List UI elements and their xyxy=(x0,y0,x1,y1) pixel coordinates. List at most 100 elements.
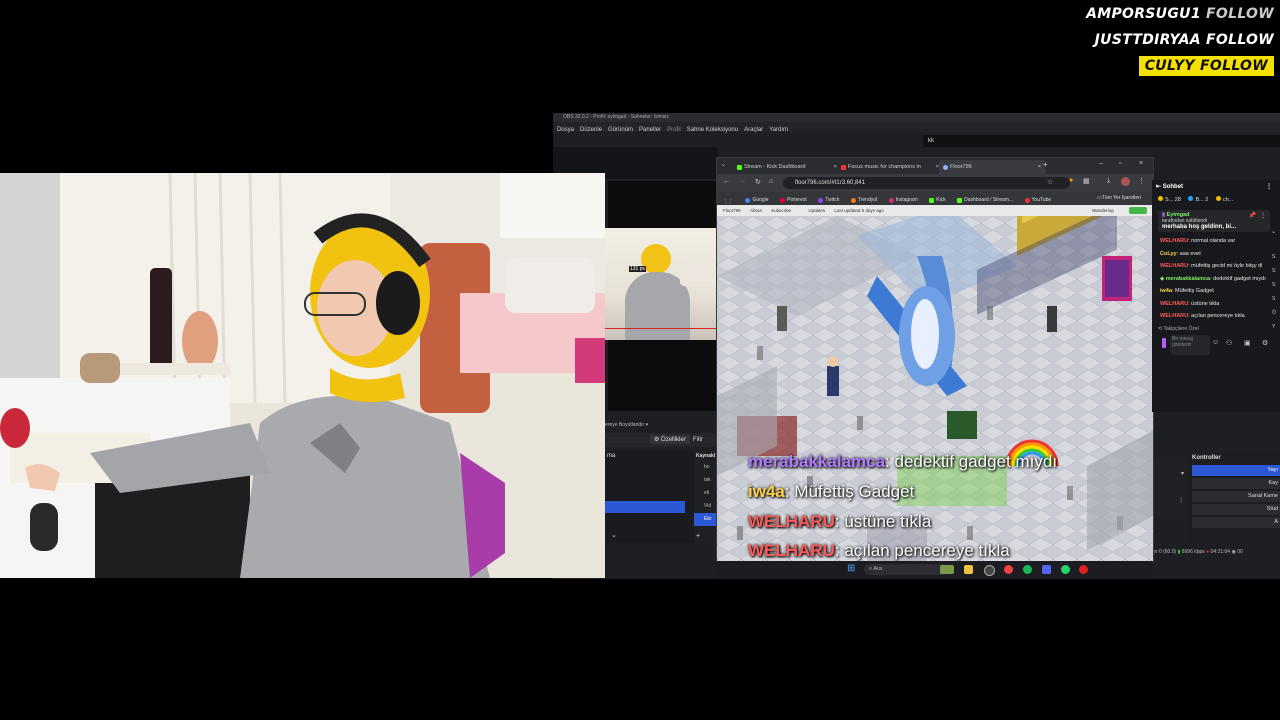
menu-edit[interactable]: Düzenle xyxy=(580,127,602,133)
follow-alert-highlighted: CULYY FOLLOW xyxy=(1138,56,1274,76)
profile-avatar[interactable] xyxy=(1121,177,1130,186)
spotify-icon[interactable] xyxy=(1023,565,1032,574)
all-bookmarks[interactable]: ▭ Tüm Yer İşaretleri xyxy=(1097,192,1141,205)
reload-icon[interactable]: ↻ xyxy=(755,178,761,186)
wandering-switch[interactable] xyxy=(1129,207,1147,214)
kick-chat-dock: ⇤ Sohbet ⋮ S... 28 B... 2 ch... ▮ Eyimga… xyxy=(1152,180,1280,412)
wandering-toggle[interactable]: Wandering xyxy=(1092,205,1114,216)
whatsapp-icon[interactable] xyxy=(1061,565,1070,574)
more-menu-icon[interactable]: ⋮ xyxy=(1138,177,1145,185)
chrome-icon[interactable] xyxy=(1004,565,1013,574)
site-logo[interactable]: Floor796 xyxy=(723,208,741,213)
chat-badge-icon xyxy=(1162,337,1166,348)
maximize-icon[interactable]: ▫ xyxy=(1119,160,1121,167)
preview-pillow xyxy=(680,258,719,286)
pin-icon[interactable]: 📌 xyxy=(1249,212,1256,219)
gear-icon[interactable]: ⚙ xyxy=(1262,339,1268,347)
menu-file[interactable]: Dosya xyxy=(557,127,574,133)
menu-view[interactable]: Görünüm xyxy=(608,127,633,133)
selected-scene-row[interactable] xyxy=(605,501,685,513)
more-options-icon[interactable]: ⋮ xyxy=(1153,497,1187,504)
chat-top-gifters: S... 28 B... 2 ch... xyxy=(1152,194,1280,206)
menu-scene-collection[interactable]: Sahne Koleksiyonu xyxy=(687,127,738,133)
chat-message: WELHARU: açılan pencereye tıkla xyxy=(1160,313,1245,319)
bookmark-star-icon[interactable]: ☆ xyxy=(1047,178,1053,186)
obs-title: OBS 32.0.2 - Profil: eyimgad - Sahneler:… xyxy=(563,114,669,120)
chat-input[interactable]: Bir mesaj gönderin xyxy=(1170,334,1210,355)
gifter-badge[interactable]: ch... xyxy=(1215,196,1233,203)
audio-mixer-stub: ▾ ⋮ xyxy=(1153,458,1187,518)
chat-message: WELHARU: müfettiş gecid mi öyle biişy di xyxy=(1160,263,1263,269)
chat-users-icon[interactable]: ⚇ xyxy=(1226,339,1232,347)
add-source-icon[interactable]: + xyxy=(696,533,700,540)
forward-icon[interactable]: → xyxy=(739,178,746,185)
download-icon[interactable]: ⤓ xyxy=(1107,177,1110,185)
back-icon[interactable]: ← xyxy=(723,178,730,185)
edge-label: S xyxy=(1272,254,1276,260)
extensions-puzzle-icon[interactable]: ▦ xyxy=(1083,177,1090,185)
chevron-down-icon[interactable]: ⌄ xyxy=(611,531,617,539)
extension-icon[interactable]: ● xyxy=(1069,177,1073,184)
close-window-icon[interactable]: × xyxy=(1139,160,1143,167)
start-recording-button[interactable]: Kay xyxy=(1192,478,1280,489)
source-item[interactable]: bo xyxy=(694,461,718,474)
follow-alert: JUSTTDIRYAA FOLLOW xyxy=(1094,32,1274,48)
chat-message: WELHARU: üstüne tıkla xyxy=(1160,300,1220,307)
filters-button[interactable]: Filtr xyxy=(693,433,713,447)
more-options-icon[interactable]: ⋮ xyxy=(1266,180,1272,194)
tab-youtube-music[interactable]: Focus music for champions in × xyxy=(837,160,943,174)
settings-button[interactable]: A xyxy=(1192,517,1280,528)
studio-mode-button[interactable]: Stüd xyxy=(1192,504,1280,515)
source-item[interactable]: eti xyxy=(694,487,718,500)
tab-kick-dashboard[interactable]: Stream - Kick Dashboard × xyxy=(733,160,841,174)
obs-title-bar: OBS 32.0.2 - Profil: eyimgad - Sahneler:… xyxy=(553,113,1280,122)
discord-icon[interactable] xyxy=(1042,565,1051,574)
minimize-icon[interactable]: – xyxy=(1099,160,1103,167)
start-button-icon[interactable]: ⊞ xyxy=(847,564,855,574)
file-explorer-icon[interactable] xyxy=(964,565,973,574)
taskbar-search[interactable]: ⌕ Ara xyxy=(864,564,947,575)
overlay-chat-line: WELHARU: açılan pencereye tıkla xyxy=(748,541,1010,560)
followers-only-notice: ⟲ Takipçilere Özel xyxy=(1158,325,1199,332)
browser-toolbar: ← → ↻ ⌂ floor796.com/#t1r3.60,841 ☆ ● ▦ … xyxy=(717,174,1153,192)
site-subscribe-link[interactable]: Subscribe xyxy=(771,208,791,213)
windows-taskbar: ⊞ ⌕ Ara xyxy=(716,561,1152,579)
close-icon[interactable]: × xyxy=(1038,164,1041,170)
gifter-badge[interactable]: B... 2 xyxy=(1188,196,1208,203)
menu-profile[interactable]: Profil xyxy=(667,127,681,133)
media-player-icon[interactable] xyxy=(1079,565,1088,574)
scene-label[interactable]: ma xyxy=(605,451,695,459)
tab-search-icon[interactable]: ⌄ xyxy=(721,161,726,168)
pinned-message[interactable]: ▮ Eyimgad tarafından sabitlendi merhaba … xyxy=(1158,210,1276,235)
source-item[interactable]: Vid xyxy=(694,500,718,513)
chevron-down-icon[interactable]: ⌄ xyxy=(1271,228,1276,235)
source-item[interactable]: tak xyxy=(694,474,718,487)
menu-tools[interactable]: Araçlar xyxy=(744,127,763,133)
more-options-icon[interactable]: ⋮ xyxy=(1260,212,1266,219)
chat-title: Sohbet xyxy=(1162,184,1184,190)
virtual-camera-button[interactable]: Sanal Kame xyxy=(1192,491,1280,502)
home-icon[interactable]: ⌂ xyxy=(769,178,773,185)
properties-button[interactable]: ⚙ Özellikler xyxy=(650,435,690,444)
site-updates-link[interactable]: Updates xyxy=(808,208,825,213)
chat-collapse-icon[interactable]: ⇤ xyxy=(1156,184,1161,190)
chat-calendar-icon[interactable]: ▣ xyxy=(1244,339,1251,347)
new-tab-button[interactable]: + xyxy=(1043,160,1048,169)
address-bar[interactable]: floor796.com/#t1r3.60,841 xyxy=(783,177,1070,189)
site-about-link[interactable]: About xyxy=(750,208,762,213)
chat-header: ⇤ Sohbet ⋮ xyxy=(1152,180,1280,194)
obs-status-bar: ler 0 (60.0) ▮ 6996 kbps ● 04:21:04 ◉ 00 xyxy=(1152,547,1280,557)
floor796-canvas[interactable] xyxy=(717,216,1153,561)
tab-floor796[interactable]: Floor796 × xyxy=(939,160,1045,174)
record-icon: ◉ xyxy=(1231,549,1236,555)
emote-icon[interactable]: ☺ xyxy=(1212,339,1219,346)
source-item-selected[interactable]: Ekr xyxy=(694,513,718,526)
floor796-nav: Floor796 About Subscribe Updates Last up… xyxy=(717,205,1153,216)
obs-icon[interactable] xyxy=(984,565,995,576)
menu-help[interactable]: Yardım xyxy=(769,127,788,133)
start-streaming-button[interactable]: Yayı xyxy=(1192,465,1280,476)
widgets-icon[interactable] xyxy=(940,565,954,574)
chevron-down-icon[interactable]: ▾ xyxy=(1153,470,1187,477)
menu-docks[interactable]: Paneller xyxy=(639,127,661,133)
gifter-badge[interactable]: S... 28 xyxy=(1158,196,1181,203)
